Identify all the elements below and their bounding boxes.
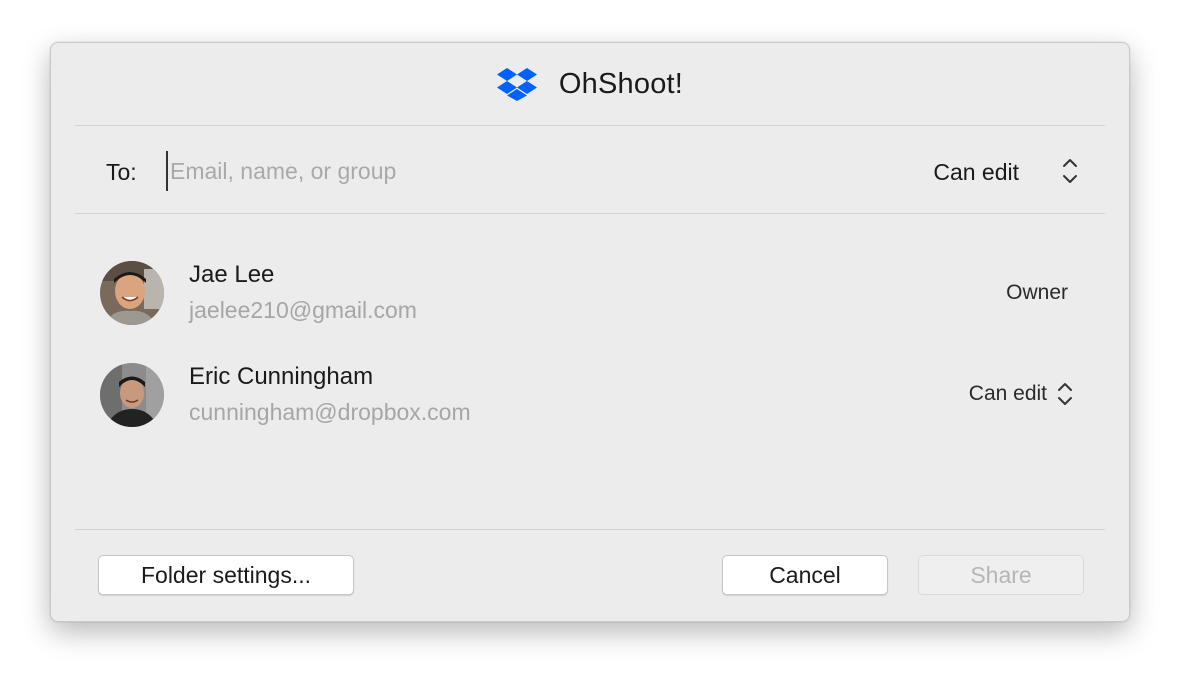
member-name: Jae Lee [189, 261, 275, 288]
dialog-titlebar: OhShoot! [51, 43, 1129, 125]
avatar [100, 363, 164, 427]
avatar-eric-icon [100, 363, 164, 427]
to-label: To: [106, 159, 137, 185]
share-button[interactable]: Share [918, 555, 1084, 595]
member-row: Eric Cunningham cunningham@dropbox.com C… [51, 341, 1129, 427]
avatar [100, 261, 164, 325]
member-permission-select[interactable]: Can edit [969, 381, 1073, 407]
avatar-jae-icon [100, 261, 164, 325]
recipient-permission-select[interactable]: Can edit [933, 155, 1079, 189]
dialog-title: OhShoot! [558, 67, 684, 100]
member-permission-value: Can edit [968, 382, 1047, 405]
divider [75, 125, 1105, 126]
recipient-permission-value: Can edit [933, 158, 1019, 185]
member-email: cunningham@dropbox.com [189, 399, 471, 425]
updown-chevron-icon [1063, 159, 1077, 183]
folder-settings-button[interactable]: Folder settings... [98, 555, 354, 595]
member-role: Owner [1006, 281, 1068, 304]
divider [75, 529, 1105, 530]
member-email: jaelee210@gmail.com [189, 297, 417, 323]
recipient-input[interactable] [166, 151, 726, 191]
recipient-row: To: Can edit [51, 127, 1129, 215]
dropbox-icon [496, 68, 537, 101]
updown-chevron-icon [1058, 383, 1072, 405]
share-dialog: OhShoot! To: Can edit [50, 42, 1130, 622]
dialog-footer: Folder settings... Cancel Share [51, 531, 1129, 621]
divider [75, 213, 1105, 214]
member-row: Jae Lee jaelee210@gmail.com Owner [51, 239, 1129, 325]
cancel-button[interactable]: Cancel [722, 555, 888, 595]
member-name: Eric Cunningham [189, 363, 374, 390]
